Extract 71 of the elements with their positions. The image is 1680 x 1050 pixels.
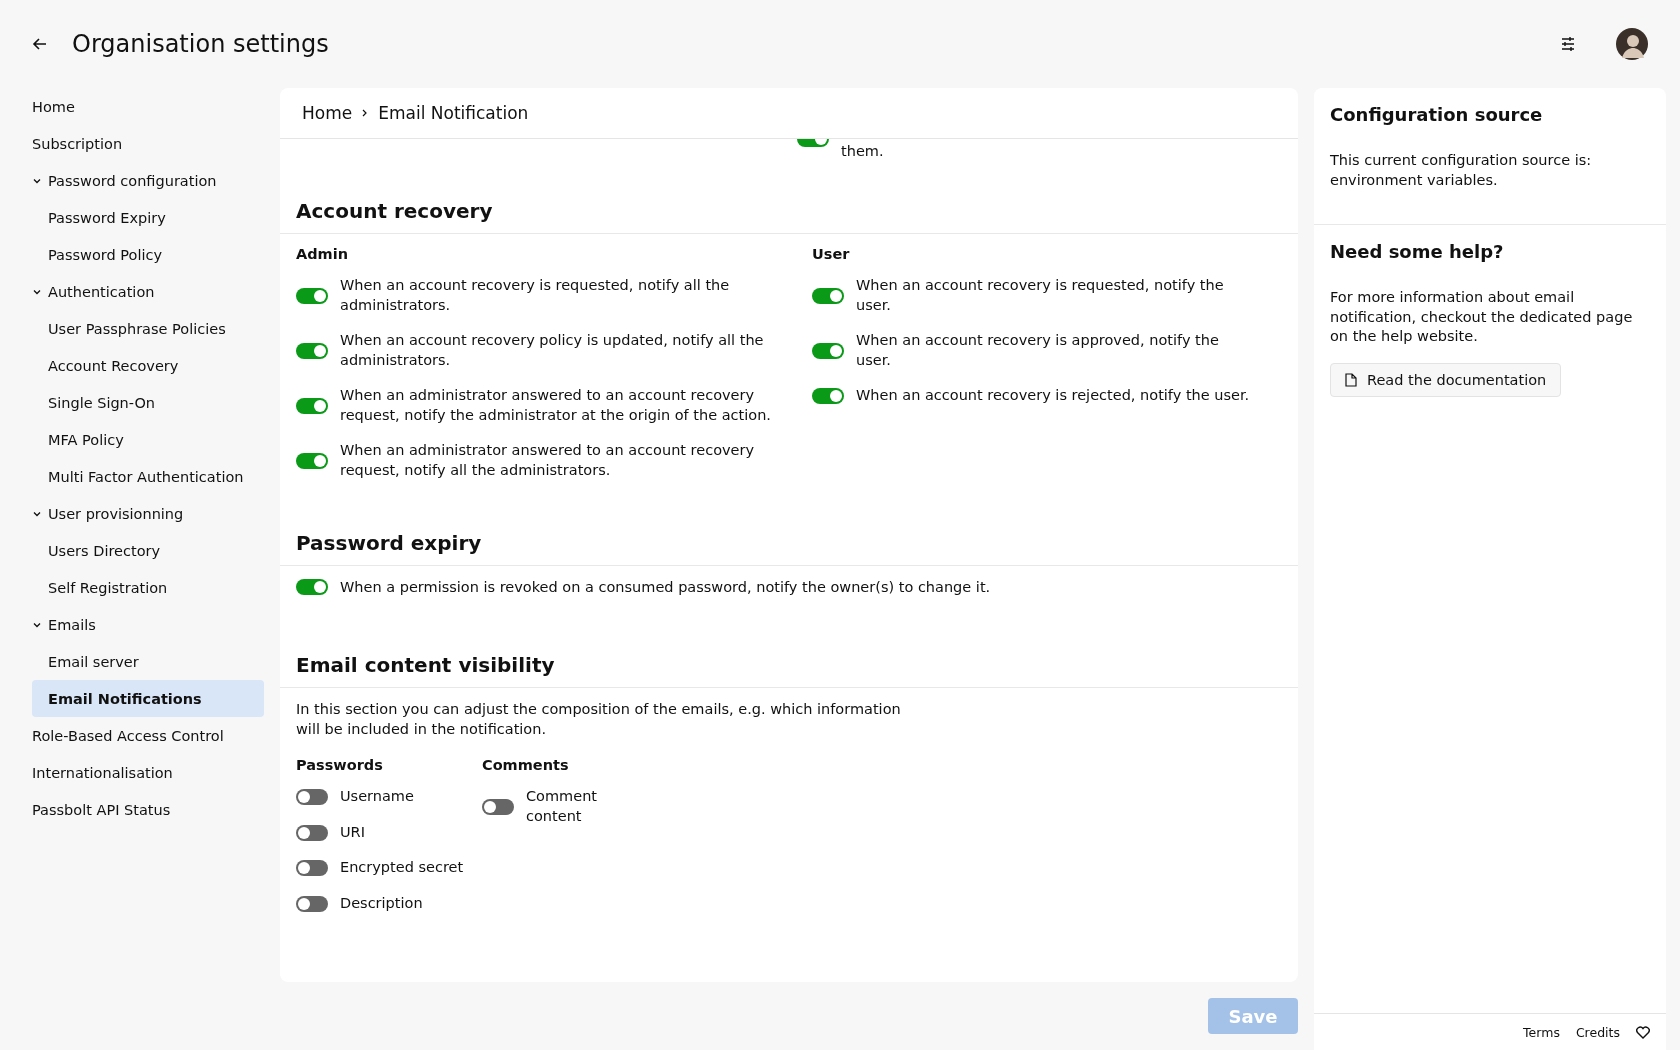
- panel-title: Configuration source: [1330, 104, 1544, 125]
- toggle-switch[interactable]: [296, 788, 328, 805]
- sidebar-item[interactable]: Passbolt API Status: [32, 791, 264, 828]
- toggle-label: When an administrator answered to an account recovery request, notify the administrator at the origin of the action.: [340, 386, 772, 425]
- panel-title: Need some help?: [1330, 241, 1505, 263]
- panel-text: For more information about email notification, checkout the dedicated page on the help website.: [1330, 288, 1634, 347]
- footer-link[interactable]: Credits: [1575, 1024, 1620, 1040]
- column-title: Passwords: [296, 757, 384, 774]
- breadcrumb-current: Email Notification: [378, 103, 529, 123]
- toggle-switch[interactable]: [296, 860, 328, 877]
- sidebar-item[interactable]: Role-Based Access Control: [32, 717, 264, 754]
- sidebar-item[interactable]: Email server: [32, 643, 264, 680]
- toggle-label: Username: [340, 787, 414, 807]
- sidebar-item[interactable]: User provisionning: [32, 495, 264, 532]
- document-icon: [1345, 372, 1357, 387]
- sidebar-item[interactable]: Home: [32, 88, 264, 125]
- toggle-label: When a permission is revoked on a consumed password, notify the owner(s) to change it.: [340, 577, 991, 597]
- filter-settings-icon[interactable]: [1560, 36, 1576, 52]
- section-title: Password expiry: [280, 530, 1298, 566]
- sidebar-item[interactable]: Password Policy: [32, 236, 264, 273]
- column-title: Admin: [296, 246, 349, 262]
- column-title: User: [812, 246, 851, 262]
- sidebar-item[interactable]: Account Recovery: [32, 347, 264, 384]
- toggle-switch[interactable]: [296, 579, 328, 596]
- toggle-label: them.: [841, 142, 884, 159]
- back-arrow-icon[interactable]: [32, 36, 48, 52]
- heart-icon[interactable]: [1636, 1025, 1650, 1039]
- sidebar-item[interactable]: Emails: [32, 606, 264, 643]
- breadcrumb-link[interactable]: Home: [302, 103, 353, 123]
- sidebar-item[interactable]: Password Expiry: [32, 199, 264, 236]
- sidebar-item[interactable]: Authentication: [32, 273, 264, 310]
- toggle-label: Encrypted secret: [340, 858, 464, 878]
- toggle-switch[interactable]: [812, 287, 844, 304]
- page-title: Organisation settings: [72, 30, 329, 58]
- toggle-switch[interactable]: [296, 895, 328, 912]
- sidebar-item[interactable]: Email Notifications: [32, 680, 264, 717]
- chevron-icon: [362, 109, 369, 117]
- toggle-label: URI: [340, 822, 365, 842]
- toggle-label: Description: [340, 893, 423, 913]
- toggle-switch[interactable]: [812, 388, 844, 405]
- sidebar-item[interactable]: Password configuration: [32, 162, 264, 199]
- sidebar-item[interactable]: User Passphrase Policies: [32, 310, 264, 347]
- section-description: In this section you can adjust the composition of the emails, e.g. which information will be included in the notification.: [296, 700, 902, 739]
- avatar[interactable]: [1616, 28, 1648, 60]
- sidebar-item[interactable]: Multi Factor Authentication: [32, 458, 264, 495]
- column-title: Comments: [482, 757, 570, 774]
- sidebar-item[interactable]: Single Sign-On: [32, 384, 264, 421]
- toggle-label: When an account recovery is rejected, notify the user.: [856, 386, 1250, 406]
- toggle-switch[interactable]: [296, 824, 328, 841]
- toggle-switch[interactable]: [812, 342, 844, 359]
- panel-text: This current configuration source is: environment variables.: [1330, 151, 1593, 190]
- section-title: Email content visibility: [280, 653, 1298, 689]
- toggle-label: When an account recovery is approved, notify the user.: [856, 331, 1220, 370]
- toggle-label: Comment content: [526, 787, 599, 826]
- sidebar-item[interactable]: Users Directory: [32, 532, 264, 569]
- section-title: Account recovery: [280, 199, 1298, 234]
- documentation-button[interactable]: Read the documentation: [1330, 362, 1562, 397]
- footer-link[interactable]: Terms: [1523, 1024, 1560, 1040]
- sidebar-item[interactable]: Self Registration: [32, 569, 264, 606]
- toggle-label: When an administrator answered to an account recovery request, notify all the administrators.: [340, 441, 756, 480]
- sidebar-item[interactable]: Subscription: [32, 125, 264, 162]
- toggle-switch[interactable]: [482, 798, 514, 815]
- sidebar-item[interactable]: Internationalisation: [32, 754, 264, 791]
- toggle-label: When an account recovery policy is updated, notify all the administrators.: [340, 331, 765, 370]
- sidebar-item[interactable]: MFA Policy: [32, 421, 264, 458]
- toggle-switch[interactable]: [296, 342, 328, 359]
- toggle-switch[interactable]: [296, 287, 328, 304]
- toggle-switch[interactable]: [296, 452, 328, 469]
- toggle-switch[interactable]: [296, 397, 328, 414]
- toggle-label: When an account recovery is requested, notify all the administrators.: [340, 276, 731, 315]
- toggle-label: When an account recovery is requested, notify the user.: [856, 276, 1225, 315]
